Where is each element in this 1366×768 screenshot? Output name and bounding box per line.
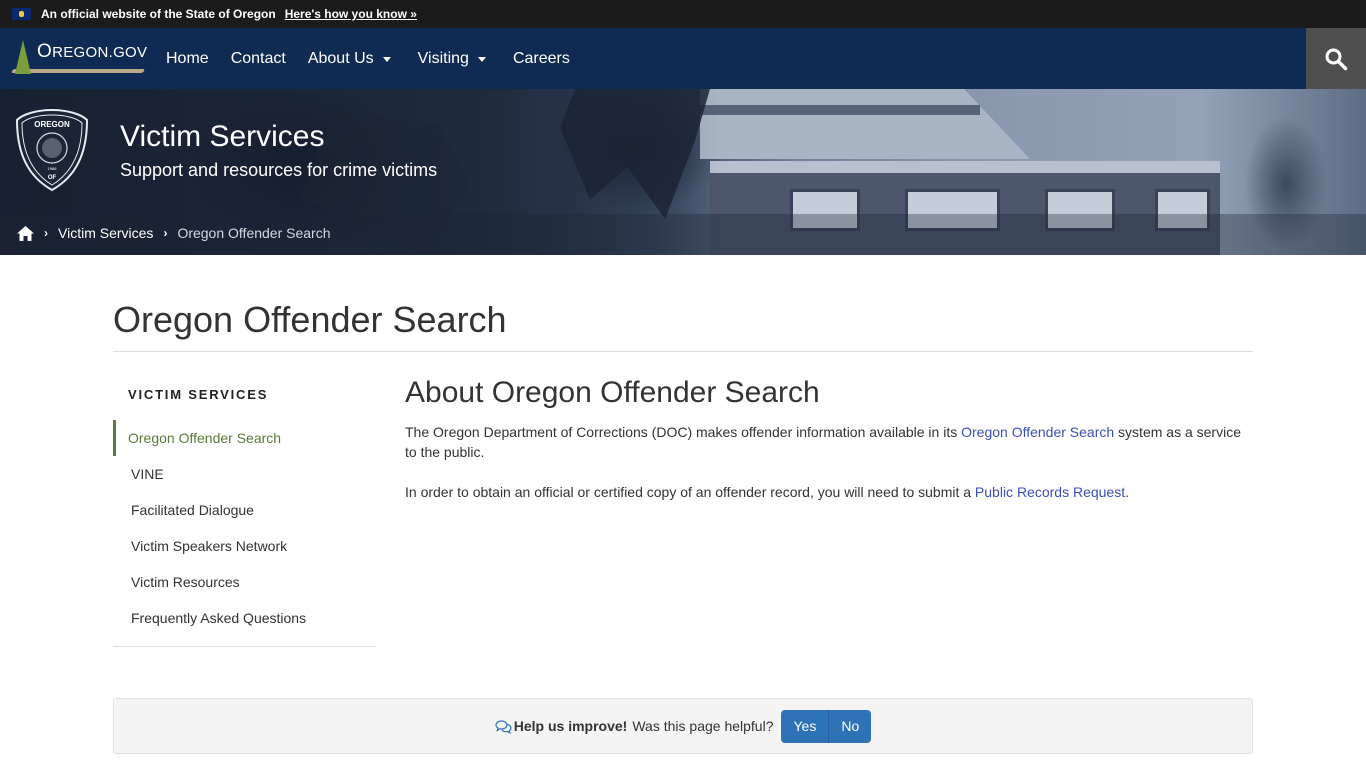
logo-tree-icon [15,40,31,74]
page-title: Oregon Offender Search [113,299,1253,352]
nav-home[interactable]: Home [155,50,220,68]
public-records-request-link[interactable]: Public Records Request [975,484,1125,500]
department-of-corrections-seal: OREGON OF 1986 [15,108,89,192]
nav-about-us-dropdown[interactable]: About Us [297,50,407,68]
hero-subtitle: Support and resources for crime victims [120,160,438,180]
side-navigation: VICTIM SERVICES Oregon Offender Search V… [113,375,376,647]
sidenav-item-oregon-offender-search[interactable]: Oregon Offender Search [113,420,376,456]
oregon-gov-logo[interactable]: OREGON.GOV [0,28,152,89]
feedback-bar: Help us improve! Was this page helpful? … [113,698,1253,754]
nav-contact-label: Contact [230,49,286,67]
p1-text-before: The Oregon Department of Corrections (DO… [405,424,962,440]
nav-careers-label: Careers [512,49,570,67]
feedback-question: Was this page helpful? [632,718,774,734]
main-navbar: OREGON.GOV Home Contact About Us Visitin… [0,28,1366,89]
chevron-right-icon: › [163,226,168,240]
search-icon [1325,48,1348,70]
p2-text-after: . [1125,484,1129,500]
nav-contact[interactable]: Contact [220,50,297,68]
feedback-yes-button[interactable]: Yes [781,709,829,743]
nav-about-us-label: About Us [307,49,374,67]
logo-wordmark: OREGON.GOV [37,41,148,62]
sidenav-item-faq[interactable]: Frequently Asked Questions [113,600,376,636]
how-you-know-link[interactable]: Here's how you know » [285,7,417,21]
feedback-no-button[interactable]: No [828,709,872,743]
svg-text:OF: OF [48,175,57,181]
breadcrumb-victim-services[interactable]: Victim Services [58,225,153,241]
svg-text:OREGON: OREGON [34,120,70,129]
search-button[interactable] [1306,28,1366,89]
breadcrumb-current-page: Oregon Offender Search [177,225,331,241]
feedback-button-group: Yes No [781,709,872,743]
article-paragraph-2: In order to obtain an official or certif… [405,482,1253,502]
caret-down-icon [382,57,391,62]
official-site-banner: An official website of the State of Oreg… [0,0,1366,28]
sidenav-heading: VICTIM SERVICES [128,387,269,402]
svg-text:1986: 1986 [48,166,58,171]
nav-careers[interactable]: Careers [502,50,581,68]
nav-links: Home Contact About Us Visiting Careers [155,50,581,68]
sidenav-item-facilitated-dialogue[interactable]: Facilitated Dialogue [113,492,376,528]
comments-icon [495,720,512,734]
home-icon[interactable] [17,225,34,241]
main-content: Oregon Offender Search VICTIM SERVICES O… [113,255,1253,647]
oregon-offender-search-link[interactable]: Oregon Offender Search [961,424,1114,440]
nav-visiting-dropdown[interactable]: Visiting [407,50,502,68]
article-heading: About Oregon Offender Search [405,376,820,409]
article: About Oregon Offender Search The Oregon … [405,375,1253,647]
sidenav-item-victim-speakers-network[interactable]: Victim Speakers Network [113,528,376,564]
feedback-heading: Help us improve! [513,718,628,734]
hero-banner: OREGON OF 1986 Victim Services Support a… [0,89,1366,255]
oregon-flag-icon [12,8,31,20]
article-paragraph-1: The Oregon Department of Corrections (DO… [405,422,1253,462]
breadcrumb: › Victim Services › Oregon Offender Sear… [17,225,331,241]
p2-text-before: In order to obtain an official or certif… [405,484,975,500]
nav-visiting-label: Visiting [417,49,469,67]
sidenav-item-victim-resources[interactable]: Victim Resources [113,564,376,600]
sidenav-item-vine[interactable]: VINE [113,456,376,492]
hero-title: Victim Services [120,120,325,153]
chevron-right-icon: › [44,226,48,240]
caret-down-icon [477,57,486,62]
official-site-text: An official website of the State of Oreg… [41,7,276,21]
nav-home-label: Home [166,49,209,67]
